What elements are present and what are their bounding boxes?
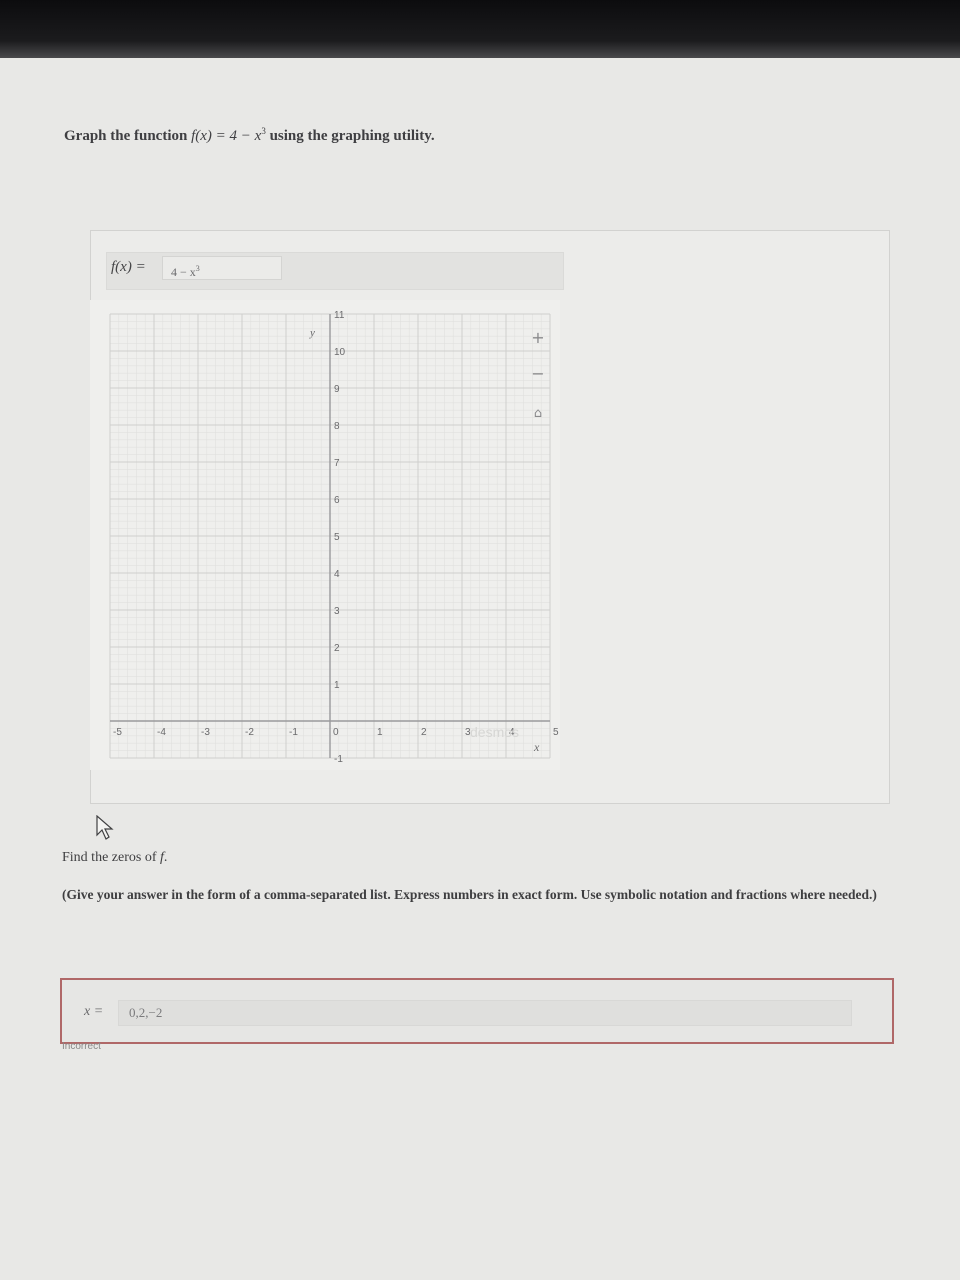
x-tick-label: -3 (201, 727, 210, 738)
zoom-out-button[interactable]: − (526, 362, 550, 386)
question-function: f(x) = 4 − x (191, 128, 262, 144)
question-text: Graph the function f(x) = 4 − x3 using t… (64, 126, 435, 145)
zoom-in-button[interactable]: + (526, 326, 550, 350)
function-input-value: 4 − x (171, 265, 196, 279)
desmos-watermark: desmos (470, 724, 519, 740)
y-tick-label: 4 (334, 569, 340, 580)
plus-icon: + (531, 328, 545, 347)
y-tick-label: 10 (334, 347, 346, 358)
x-tick-label: 2 (421, 727, 427, 738)
y-tick-label: 2 (334, 643, 340, 654)
function-input-exponent: 3 (195, 264, 200, 273)
mouse-cursor-icon (96, 815, 114, 840)
find-zeros-prompt: Find the zeros of f. (62, 850, 168, 865)
question-prefix: Graph the function (64, 128, 192, 144)
function-input[interactable]: 4 − x3 (162, 256, 282, 280)
x-axis-label: x (533, 740, 540, 754)
y-tick-label: 6 (334, 495, 340, 506)
find-zeros-text: Find the zeros of (62, 850, 160, 865)
reset-view-button[interactable]: ⌂ (526, 400, 550, 424)
y-tick-label: 3 (334, 606, 340, 617)
home-icon: ⌂ (533, 406, 543, 421)
x-tick-label: -4 (157, 727, 166, 738)
answer-label: x = (84, 1004, 104, 1019)
graph-background (90, 300, 560, 770)
y-tick-label: -1 (334, 754, 343, 765)
y-tick-label: 7 (334, 458, 340, 469)
question-suffix: using the graphing utility. (265, 128, 435, 144)
x-tick-label: 1 (377, 727, 383, 738)
y-tick-label: 1 (334, 680, 340, 691)
status-badge: Incorrect (62, 1041, 101, 1052)
y-tick-label: 5 (334, 532, 340, 543)
x-tick-label: -2 (245, 727, 254, 738)
answer-instructions: (Give your answer in the form of a comma… (62, 887, 877, 902)
x-tick-label: 5 (553, 727, 559, 738)
x-tick-label: -5 (113, 727, 122, 738)
window-top-bar (0, 0, 960, 58)
x-tick-label: 0 (333, 727, 339, 738)
y-tick-label: 11 (334, 310, 345, 321)
y-tick-label: 9 (334, 384, 340, 395)
y-tick-label: 8 (334, 421, 340, 432)
find-zeros-function: f (159, 850, 164, 865)
x-tick-label: -1 (289, 727, 298, 738)
function-entry-row: f(x) = 4 − x3 (106, 252, 564, 290)
minus-icon: − (531, 364, 545, 383)
graph-canvas[interactable]: -5 -4 -3 -2 -1 0 1 2 3 4 5 -11234567891011 y x des… (90, 300, 560, 770)
function-label: f(x) = (111, 259, 146, 275)
y-axis-label: y (309, 327, 315, 339)
answer-input[interactable]: 0,2,−2 (118, 1000, 852, 1026)
